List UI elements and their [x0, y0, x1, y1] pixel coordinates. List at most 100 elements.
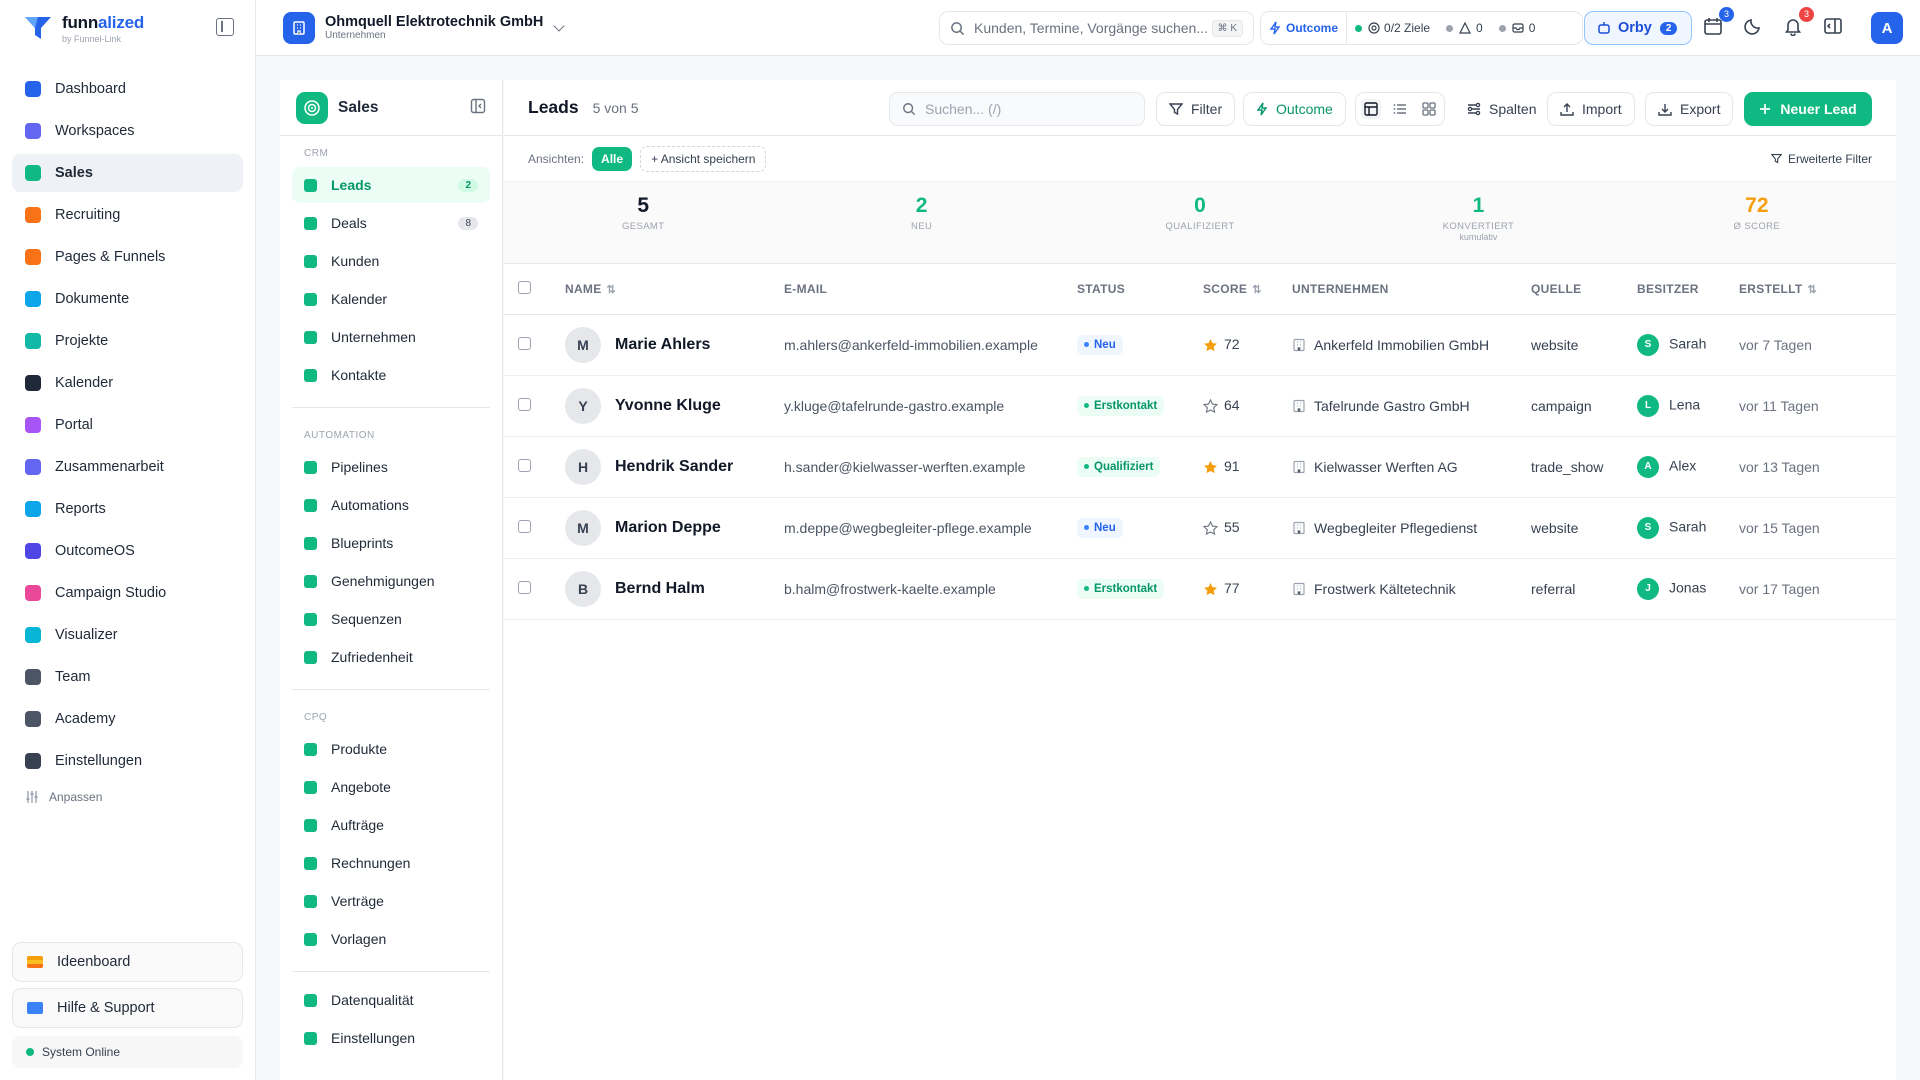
nav-item-workspaces[interactable]: Workspaces	[12, 112, 243, 150]
row-checkbox[interactable]	[518, 336, 531, 350]
col-score-header[interactable]: SCORE ⇅	[1203, 264, 1292, 315]
customize-nav-button[interactable]: Anpassen	[12, 784, 255, 810]
filter-button[interactable]: Filter	[1156, 92, 1236, 126]
subnav-item-genehmigungen[interactable]: Genehmigungen	[292, 563, 490, 599]
nav-item-portal[interactable]: Portal	[12, 406, 243, 444]
lead-name[interactable]: Yvonne Kluge	[615, 397, 721, 414]
warnings-indicator[interactable]: 0	[1438, 12, 1491, 44]
subnav-item-zufriedenheit[interactable]: Zufriedenheit	[292, 639, 490, 675]
star-outline-icon[interactable]	[1203, 520, 1218, 536]
lead-email[interactable]: m.ahlers@ankerfeld-immobilien.example	[784, 314, 1077, 376]
orby-assistant-button[interactable]: Orby 2	[1584, 11, 1692, 45]
lead-email[interactable]: m.deppe@wegbegleiter-pflege.example	[784, 497, 1077, 559]
subnav-item-blueprints[interactable]: Blueprints	[292, 525, 490, 561]
row-checkbox[interactable]	[518, 397, 531, 411]
subnav-item-pipelines[interactable]: Pipelines	[292, 449, 490, 485]
select-all-checkbox[interactable]	[518, 280, 531, 294]
ideaboard-button[interactable]: Ideenboard	[12, 942, 243, 982]
subnav-item-automations[interactable]: Automations	[292, 487, 490, 523]
theme-toggle-button[interactable]	[1743, 16, 1765, 38]
subnav-item-angebote[interactable]: Angebote	[292, 769, 490, 805]
new-lead-button[interactable]: Neuer Lead	[1744, 92, 1872, 126]
subnav-item-unternehmen[interactable]: Unternehmen	[292, 319, 490, 355]
subnav-item-deals[interactable]: Deals 8	[292, 205, 490, 241]
star-filled-icon[interactable]	[1203, 338, 1218, 353]
lead-name[interactable]: Marie Ahlers	[615, 336, 710, 353]
nav-item-dashboard[interactable]: Dashboard	[12, 70, 243, 108]
col-created-header[interactable]: ERSTELLT ⇅	[1739, 264, 1896, 315]
notifications-button[interactable]: 3	[1783, 7, 1814, 38]
table-row[interactable]: M Marie Ahlers m.ahlers@ankerfeld-immobil…	[504, 314, 1896, 376]
nav-item-pages-funnels[interactable]: Pages & Funnels	[12, 238, 243, 276]
col-name-header[interactable]: NAME ⇅	[565, 264, 784, 315]
lead-name[interactable]: Marion Deppe	[615, 519, 721, 536]
subnav-item-leads[interactable]: Leads 2	[292, 167, 490, 203]
view-all-tab[interactable]: Alle	[592, 146, 633, 171]
advanced-filter-button[interactable]: Erweiterte Filter	[1770, 152, 1872, 166]
subnav-item-rechnungen[interactable]: Rechnungen	[292, 845, 490, 881]
nav-item-outcomeos[interactable]: OutcomeOS	[12, 532, 243, 570]
help-support-button[interactable]: Hilfe & Support	[12, 988, 243, 1028]
nav-item-visualizer[interactable]: Visualizer	[12, 616, 243, 654]
global-search-input[interactable]: Kunden, Termine, Vorgänge suchen... ⌘ K	[939, 11, 1254, 45]
nav-item-recruiting[interactable]: Recruiting	[12, 196, 243, 234]
collapse-sidebar-icon[interactable]	[216, 18, 234, 36]
subnav-item-verträge[interactable]: Verträge	[292, 883, 490, 919]
subnav-item-sequenzen[interactable]: Sequenzen	[292, 601, 490, 637]
lead-company-cell[interactable]: Tafelrunde Gastro GmbH	[1292, 375, 1531, 437]
lead-name[interactable]: Hendrik Sander	[615, 458, 733, 475]
nav-item-campaign-studio[interactable]: Campaign Studio	[12, 574, 243, 612]
toggle-panel-button[interactable]	[1823, 16, 1845, 38]
nav-item-kalender[interactable]: Kalender	[12, 364, 243, 402]
star-filled-icon[interactable]	[1203, 460, 1218, 475]
row-checkbox[interactable]	[518, 458, 531, 472]
subnav-item-einstellungen[interactable]: Einstellungen	[292, 1020, 490, 1056]
nav-item-zusammenarbeit[interactable]: Zusammenarbeit	[12, 448, 243, 486]
nav-item-sales[interactable]: Sales	[12, 154, 243, 192]
grid-view-icon[interactable]	[1419, 99, 1439, 119]
subnav-item-vorlagen[interactable]: Vorlagen	[292, 921, 490, 957]
nav-item-team[interactable]: Team	[12, 658, 243, 696]
lead-company-cell[interactable]: Frostwerk Kältetechnik	[1292, 558, 1531, 620]
outcome-filter-button[interactable]: Outcome	[1243, 92, 1346, 126]
table-row[interactable]: H Hendrik Sander h.sander@kielwasser-werf…	[504, 436, 1896, 498]
nav-item-academy[interactable]: Academy	[12, 700, 243, 738]
lead-company-cell[interactable]: Kielwasser Werften AG	[1292, 436, 1531, 498]
calendar-button[interactable]: 3	[1703, 7, 1734, 38]
row-checkbox[interactable]	[518, 580, 531, 594]
export-button[interactable]: Export	[1645, 92, 1734, 126]
subnav-item-datenqualität[interactable]: Datenqualität	[292, 982, 490, 1018]
lead-email[interactable]: h.sander@kielwasser-werften.example	[784, 436, 1077, 498]
company-switcher[interactable]: Ohmquell Elektrotechnik GmbH Unternehmen	[283, 11, 566, 44]
nav-item-reports[interactable]: Reports	[12, 490, 243, 528]
save-view-button[interactable]: + Ansicht speichern	[640, 145, 767, 172]
table-row[interactable]: B Bernd Halm b.halm@frostwerk-kaelte.exam…	[504, 558, 1896, 620]
user-avatar[interactable]: A	[1871, 12, 1903, 44]
lead-email[interactable]: y.kluge@tafelrunde-gastro.example	[784, 375, 1077, 437]
table-row[interactable]: Y Yvonne Kluge y.kluge@tafelrunde-gastro.…	[504, 375, 1896, 437]
table-row[interactable]: M Marion Deppe m.deppe@wegbegleiter-pfleg…	[504, 497, 1896, 559]
subnav-item-kunden[interactable]: Kunden	[292, 243, 490, 279]
columns-button[interactable]: Spalten	[1454, 92, 1550, 126]
lead-email[interactable]: b.halm@frostwerk-kaelte.example	[784, 558, 1077, 620]
collapse-subnav-button[interactable]	[470, 98, 486, 117]
nav-item-einstellungen[interactable]: Einstellungen	[12, 742, 243, 780]
lead-company-cell[interactable]: Ankerfeld Immobilien GmbH	[1292, 314, 1531, 376]
import-button[interactable]: Import	[1547, 92, 1635, 126]
leads-search-input[interactable]: Suchen... (/)	[889, 92, 1145, 126]
lead-name[interactable]: Bernd Halm	[615, 580, 705, 597]
nav-item-dokumente[interactable]: Dokumente	[12, 280, 243, 318]
goals-indicator[interactable]: 0/2 Ziele	[1347, 12, 1438, 44]
subnav-item-produkte[interactable]: Produkte	[292, 731, 490, 767]
table-view-icon[interactable]	[1360, 99, 1381, 119]
messages-indicator[interactable]: 0	[1491, 12, 1544, 44]
star-outline-icon[interactable]	[1203, 398, 1218, 414]
row-checkbox[interactable]	[518, 519, 531, 533]
star-filled-icon[interactable]	[1203, 582, 1218, 597]
outcome-button[interactable]: Outcome	[1261, 12, 1348, 44]
lead-company-cell[interactable]: Wegbegleiter Pflegedienst	[1292, 497, 1531, 559]
nav-item-projekte[interactable]: Projekte	[12, 322, 243, 360]
subnav-item-kalender[interactable]: Kalender	[292, 281, 490, 317]
list-view-icon[interactable]	[1390, 99, 1410, 119]
subnav-item-kontakte[interactable]: Kontakte	[292, 357, 490, 393]
